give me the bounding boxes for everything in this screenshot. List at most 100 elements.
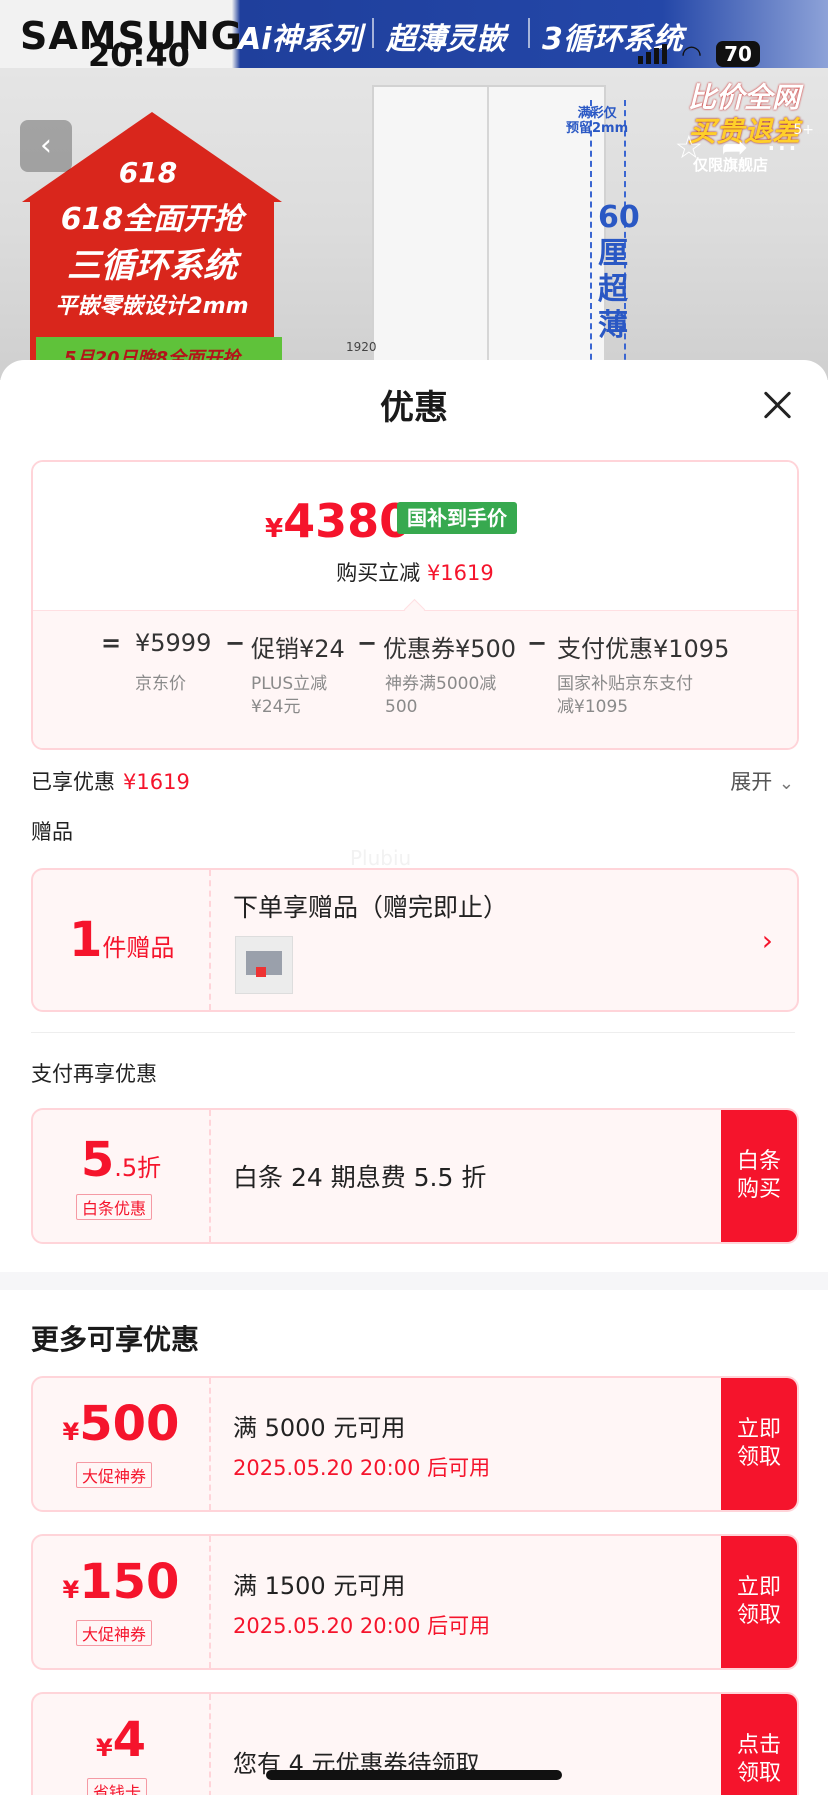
- final-price-amount: 4380: [283, 494, 412, 548]
- gift-section-label: 赠品: [31, 820, 73, 844]
- minus-sign: −: [225, 629, 246, 657]
- expand-label: 展开: [730, 770, 773, 794]
- baitiao-buy-label: 白条购买: [736, 1149, 781, 1202]
- baitiao-badge: 5.5折 白条优惠: [33, 1110, 211, 1242]
- coupon-amount: ¥4: [33, 1712, 209, 1768]
- coupon-currency: ¥: [62, 1418, 80, 1446]
- status-time: 20:40: [88, 36, 190, 74]
- subsidy-tag: 国补到手价: [397, 502, 517, 534]
- coupon-condition: 满 5000 元可用: [233, 1414, 406, 1442]
- buy-reduce: 购买立减 ¥1619: [33, 557, 797, 587]
- coupon-card: ¥500 大促神券 满 5000 元可用 2025.05.20 20:00 后可…: [31, 1376, 799, 1512]
- status-icons: ◠ 70: [638, 40, 760, 68]
- house-line2: 三循环系统: [67, 246, 237, 286]
- gift-title: 下单享赠品（赠完即止）: [233, 893, 509, 922]
- more-offers-title: 更多可享优惠: [31, 1323, 200, 1356]
- battery-icon: 70: [716, 41, 760, 67]
- coupon-amount-value: 4: [112, 1712, 147, 1768]
- gift-thumbnail[interactable]: [235, 936, 293, 994]
- coupon-currency: ¥: [95, 1734, 113, 1762]
- baitiao-rate-small: .5折: [114, 1154, 162, 1182]
- base-price: ¥5999: [135, 629, 212, 657]
- price-card-top: ¥4380 国补到手价 购买立减 ¥1619: [33, 462, 797, 610]
- top-actions: ☆ ➦ ⋯: [675, 128, 799, 166]
- chevron-down-icon: ⌄: [778, 773, 794, 794]
- section-gap: [0, 1272, 828, 1290]
- base-price-note: 京东价: [135, 674, 186, 694]
- coupon-note: 神券满5000减 500: [385, 674, 497, 717]
- minus-sign: −: [357, 629, 378, 657]
- gift-count: 1件赠品: [33, 870, 211, 1010]
- gift-count-value: 1: [69, 912, 103, 968]
- strip-separator: [528, 18, 530, 48]
- house-line3: 平嵌零嵌设计2mm: [55, 294, 249, 319]
- coupon-condition: 满 1500 元可用: [233, 1572, 406, 1600]
- baitiao-rate: 5.5折: [33, 1132, 209, 1188]
- strip-separator: [372, 18, 374, 48]
- gift-number: 1件赠品: [69, 912, 174, 968]
- house-badge: 618: [118, 156, 178, 189]
- coupon-amount-value: 500: [79, 1396, 180, 1452]
- buy-reduce-value: ¥1619: [426, 561, 494, 585]
- star-icon[interactable]: ☆: [675, 128, 704, 166]
- claim-label: 立即领取: [736, 1417, 781, 1470]
- gift-card[interactable]: 1件赠品 下单享赠品（赠完即止） ›: [31, 868, 799, 1012]
- coupon-amount: ¥150: [33, 1554, 209, 1610]
- claim-button[interactable]: 立即领取: [721, 1378, 797, 1510]
- coupon-tag: 省钱卡: [87, 1778, 148, 1795]
- claim-button[interactable]: 点击领取: [721, 1694, 797, 1795]
- baitiao-rate-big: 5: [80, 1132, 115, 1188]
- enjoyed-label: 已享优惠: [31, 770, 115, 794]
- promo-discount: 促销¥24: [251, 635, 345, 663]
- coupon-tag: 大促神券: [76, 1462, 153, 1488]
- buy-reduce-label: 购买立减: [336, 561, 421, 585]
- baitiao-desc: 白条 24 期息费 5.5 折: [233, 1163, 487, 1192]
- price-card: ¥4380 国补到手价 购买立减 ¥1619 = ¥5999 − 促销¥24 −…: [31, 460, 799, 750]
- side-note: 满彩仅 预留2mm: [566, 106, 629, 136]
- chevron-left-icon: ‹: [40, 128, 52, 163]
- pay-discount: 支付优惠¥1095: [557, 635, 730, 663]
- coupon-amount-value: 150: [79, 1554, 180, 1610]
- coupon-valid-time: 2025.05.20 20:00 后可用: [233, 1614, 491, 1638]
- divider: [31, 1032, 795, 1033]
- coupon-card: ¥150 大促神券 满 1500 元可用 2025.05.20 20:00 后可…: [31, 1534, 799, 1670]
- share-icon[interactable]: ➦: [721, 128, 748, 166]
- side-text: 60厘超薄: [598, 200, 640, 343]
- coupon-value: ¥150 大促神券: [33, 1536, 211, 1668]
- expand-toggle[interactable]: 展开 ⌄: [730, 766, 794, 796]
- price-breakdown: = ¥5999 − 促销¥24 − 优惠券¥500 − 支付优惠¥1095 京东…: [33, 610, 797, 748]
- product-banner: SAMSUNG Ai神系列 超薄灵嵌 3循环系统 60厘超薄 满彩仅 预留2mm…: [0, 0, 828, 380]
- house-line1: 618全面开抢: [60, 202, 244, 237]
- baitiao-tag: 白条优惠: [76, 1194, 153, 1220]
- dimension-label: 1920: [346, 340, 377, 354]
- back-button[interactable]: ‹: [20, 120, 72, 172]
- promo-note: PLUS立减 ¥24元: [251, 674, 328, 717]
- sheet-title: 优惠: [380, 388, 448, 428]
- claim-label: 立即领取: [736, 1575, 781, 1628]
- price-formula: = ¥5999 − 促销¥24 − 优惠券¥500 − 支付优惠¥1095: [33, 629, 797, 669]
- baitiao-buy-button[interactable]: 白条购买: [721, 1110, 797, 1242]
- strip-text-slim: 超薄灵嵌: [386, 22, 506, 57]
- chevron-right-icon: ›: [761, 924, 773, 957]
- message-badge: 5+: [793, 122, 814, 138]
- strip-text-ai: Ai神系列: [238, 22, 362, 57]
- coupon-valid-time: 2025.05.20 20:00 后可用: [233, 1456, 491, 1480]
- baitiao-offer: 5.5折 白条优惠 白条 24 期息费 5.5 折 白条购买: [31, 1108, 799, 1244]
- wifi-icon: ◠: [681, 40, 702, 68]
- coupon-tag: 大促神券: [76, 1620, 153, 1646]
- claim-button[interactable]: 立即领取: [721, 1536, 797, 1668]
- pay-section-label: 支付再享优惠: [31, 1062, 157, 1086]
- claim-label: 点击领取: [736, 1733, 781, 1786]
- coupon-value: ¥500 大促神券: [33, 1378, 211, 1510]
- close-icon[interactable]: [762, 390, 792, 420]
- currency-symbol: ¥: [265, 514, 284, 544]
- final-price: ¥4380: [265, 494, 411, 548]
- coupon-value: ¥4 省钱卡: [33, 1694, 211, 1795]
- discount-sheet: 优惠 ¥4380 国补到手价 购买立减 ¥1619 = ¥5999 − 促销¥2…: [0, 360, 828, 1795]
- gift-count-unit: 件赠品: [102, 934, 175, 962]
- minus-sign: −: [527, 629, 548, 657]
- home-indicator[interactable]: [266, 1770, 562, 1780]
- coupon-discount: 优惠券¥500: [383, 635, 517, 663]
- coupon-amount: ¥500: [33, 1396, 209, 1452]
- enjoyed-value: ¥1619: [123, 770, 190, 794]
